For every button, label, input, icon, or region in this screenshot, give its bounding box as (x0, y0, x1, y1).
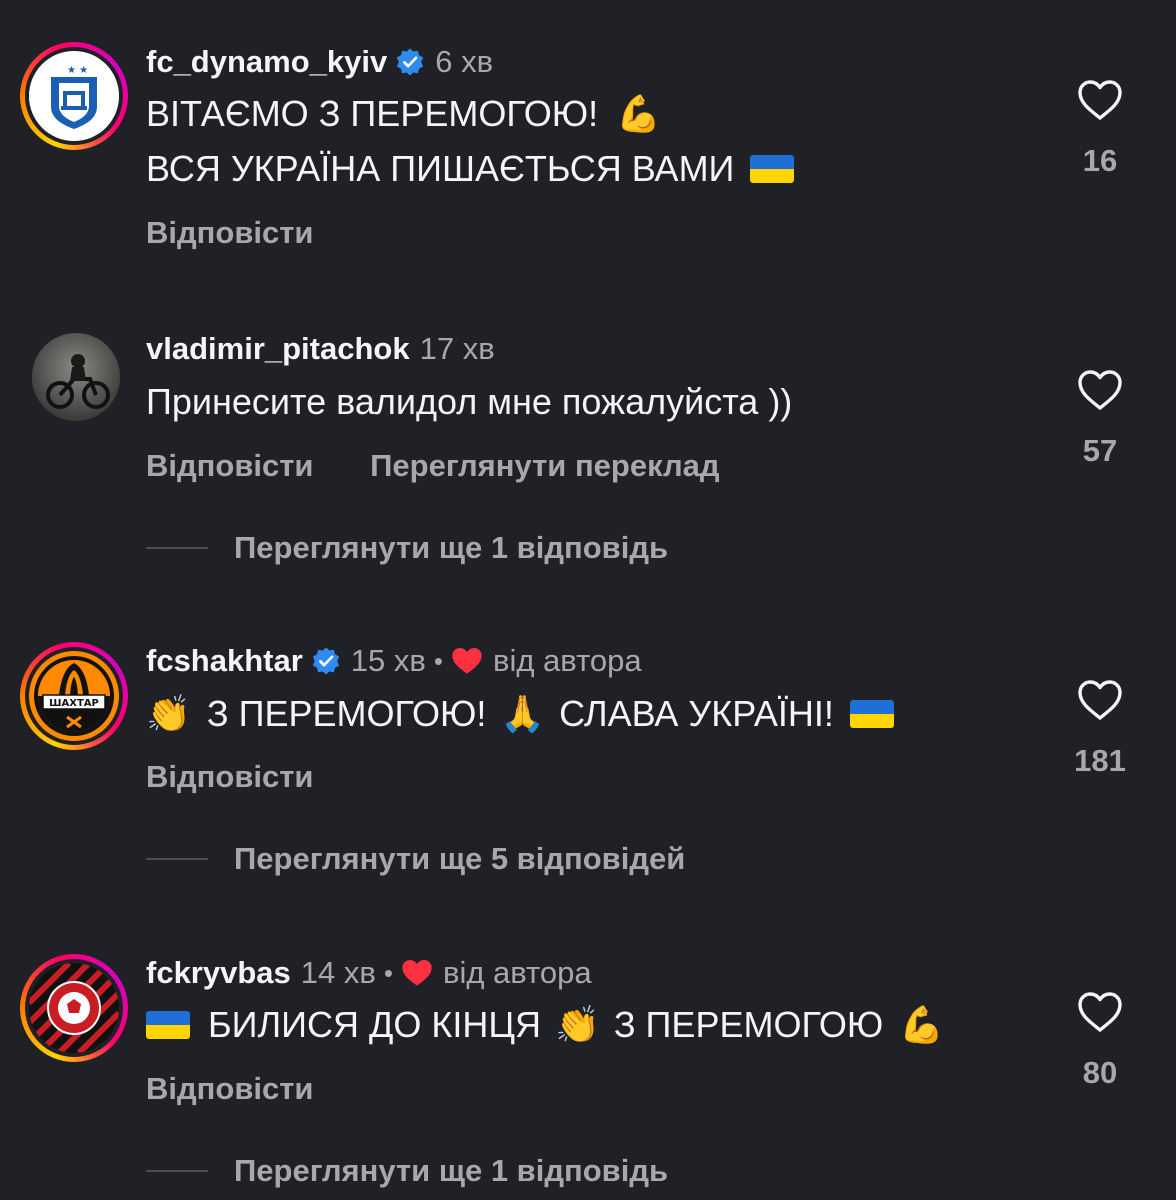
see-translation-button[interactable]: Переглянути переклад (370, 448, 719, 483)
reply-button[interactable]: Відповісти (146, 759, 314, 794)
reply-button[interactable]: Відповісти (146, 215, 314, 250)
muscle-emoji-icon: 💪 (616, 93, 662, 134)
view-replies-label[interactable]: Переглянути ще 5 відповідей (234, 841, 685, 877)
avatar[interactable] (20, 954, 128, 1062)
reply-button[interactable]: Відповісти (146, 1071, 314, 1106)
like-count: 16 (1082, 143, 1118, 178)
view-replies-label[interactable]: Переглянути ще 1 відповідь (234, 1153, 668, 1189)
username[interactable]: fcshakhtar (146, 641, 303, 681)
shakhtar-logo-icon: ШАХТАР (29, 651, 119, 741)
muscle-emoji-icon: 💪 (899, 1004, 945, 1045)
view-more-replies[interactable]: Переглянути ще 5 відповідей (146, 841, 685, 877)
comment-actions: Відповісти (146, 757, 314, 797)
comment-text: З ПЕРЕМОГОЮ! (206, 693, 487, 734)
heart-outline-icon[interactable] (1076, 78, 1124, 122)
comment-text: ВІТАЄМО З ПЕРЕМОГОЮ! (146, 93, 599, 134)
separator-dot: • (383, 958, 393, 988)
like-count: 181 (1074, 743, 1126, 778)
kryvbas-logo-icon (29, 963, 119, 1053)
timestamp: 15 хв (350, 643, 426, 678)
username[interactable]: fc_dynamo_kyiv (146, 42, 387, 82)
heart-outline-icon[interactable] (1076, 368, 1124, 412)
comment-header: fc_dynamo_kyiv 6 хв (146, 42, 493, 82)
comment-header: fcshakhtar 15 хв • від автора (146, 641, 642, 681)
replies-divider (146, 547, 208, 549)
verified-badge-icon (312, 647, 339, 675)
ukraine-flag-icon (750, 155, 795, 183)
clapping-hands-emoji-icon: 👏 (554, 1004, 600, 1045)
heart-filled-icon (452, 648, 482, 674)
heart-filled-icon (402, 960, 432, 986)
avatar[interactable] (32, 333, 120, 421)
view-more-replies[interactable]: Переглянути ще 1 відповідь (146, 530, 668, 566)
folded-hands-emoji-icon: 🙏 (500, 693, 546, 734)
username[interactable]: fckryvbas (146, 953, 291, 993)
avatar[interactable]: ШАХТАР (20, 642, 128, 750)
username[interactable]: vladimir_pitachok (146, 329, 410, 369)
view-more-replies[interactable]: Переглянути ще 1 відповідь (146, 1153, 668, 1189)
timestamp: 17 хв (419, 331, 495, 366)
verified-badge-icon (397, 48, 424, 76)
replies-divider (146, 1170, 208, 1172)
like-count: 80 (1082, 1055, 1118, 1090)
like-control: 16 (1060, 78, 1140, 181)
like-control: 57 (1060, 368, 1140, 471)
comment-actions: Відповісти Переглянути переклад (146, 446, 720, 486)
comment-text-line-1: Принесите валидол мне пожалуйста )) (146, 378, 792, 426)
ukraine-flag-icon (146, 1011, 190, 1039)
avatar[interactable]: ★ ★ (20, 42, 128, 150)
like-control: 80 (1060, 990, 1140, 1093)
replies-divider (146, 858, 208, 860)
reply-button[interactable]: Відповісти (146, 448, 314, 483)
comment-actions: Відповісти (146, 213, 314, 253)
comment-header: fckryvbas 14 хв • від автора (146, 953, 592, 993)
separator-dot: • (433, 646, 443, 676)
comment-text-line-1: БИЛИСЯ ДО КІНЦЯ 👏 З ПЕРЕМОГОЮ 💪 (146, 1001, 944, 1049)
comment-text-line-1: ВІТАЄМО З ПЕРЕМОГОЮ! 💪 (146, 90, 661, 138)
comment-actions: Відповісти (146, 1069, 314, 1109)
dynamo-logo-icon: ★ ★ (29, 51, 119, 141)
like-count: 57 (1082, 433, 1118, 468)
timestamp: 14 хв (300, 955, 376, 990)
ukraine-flag-icon (849, 700, 894, 728)
clapping-hands-emoji-icon: 👏 (146, 693, 191, 734)
view-replies-label[interactable]: Переглянути ще 1 відповідь (234, 530, 668, 566)
comment-text: БИЛИСЯ ДО КІНЦЯ (208, 1004, 541, 1045)
comment-text-line-1: 👏 З ПЕРЕМОГОЮ! 🙏 СЛАВА УКРАЇНІ! (146, 690, 894, 738)
svg-text:★ ★: ★ ★ (67, 65, 88, 76)
comment-text: ВСЯ УКРАЇНА ПИШАЄТЬСЯ ВАМИ (146, 148, 735, 189)
liked-by-author-label: від автора (442, 955, 592, 990)
comment-text-line-2: ВСЯ УКРАЇНА ПИШАЄТЬСЯ ВАМИ (146, 145, 795, 193)
liked-by-author-label: від автора (492, 643, 642, 678)
like-control: 181 (1060, 678, 1140, 781)
svg-text:ШАХТАР: ШАХТАР (49, 698, 99, 709)
comment-header: vladimir_pitachok 17 хв (146, 329, 495, 369)
comment-text: СЛАВА УКРАЇНІ! (559, 693, 834, 734)
heart-outline-icon[interactable] (1076, 678, 1124, 722)
comment-text: Принесите валидол мне пожалуйста )) (146, 381, 793, 422)
heart-outline-icon[interactable] (1076, 990, 1124, 1034)
comment-text: З ПЕРЕМОГОЮ (613, 1004, 884, 1045)
timestamp: 6 хв (435, 44, 494, 79)
